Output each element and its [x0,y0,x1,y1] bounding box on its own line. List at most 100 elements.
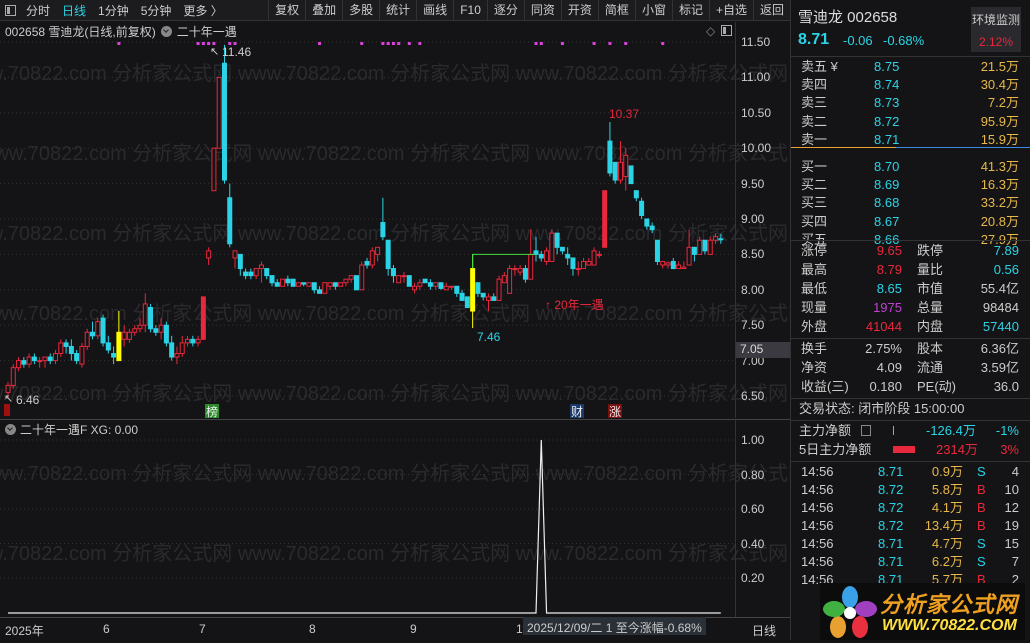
x-label: 8 [309,622,316,636]
env-monitor-button[interactable]: 环境监测 2.12% [971,7,1021,52]
x-label: 2025年 [5,624,44,638]
candle-body [79,345,85,365]
flow5-value: 2314万 [936,442,978,457]
level-label: 卖四 [801,77,828,93]
signal-marker [592,42,596,45]
candle-body [348,275,354,280]
level-price: 8.68 [874,195,900,211]
tick-volume: 4.1万 [931,500,963,515]
flow-bar [893,426,894,435]
candle-body [454,285,460,294]
candle [369,247,375,269]
stat-label: 总量 [917,300,944,315]
candle [612,161,618,184]
candle-body [31,356,37,362]
candle [95,318,101,340]
candle [522,265,528,283]
period-label[interactable]: 日线 [752,622,776,639]
arrow-icon: ↖ [210,46,219,58]
candle [660,260,666,269]
ask-row: 卖二 8.72 95.9万 [791,113,1030,131]
level-price: 8.74 [874,77,900,93]
kline-chart[interactable]: www.70822.com 分析家公式网 www.70822.com 分析家公式… [0,0,790,640]
candle [607,122,613,177]
candle [538,250,544,262]
candle-body [369,250,375,266]
indicator-tick: 0.20 [741,571,765,585]
candle [105,335,111,354]
candle-body [169,342,175,358]
candle-body [10,367,16,386]
tick-price: 8.72 [878,518,904,533]
tick-price: 8.71 [878,464,904,479]
candle [565,247,571,266]
candle-body [422,278,428,284]
candle [496,275,502,301]
candle-body [343,278,349,284]
candle-body [195,338,201,344]
candle-body [258,264,264,270]
stat-row: 最低 8.65 市值 55.4亿 [791,280,1030,298]
indicator-axis: 1.00 0.80 0.60 0.40 0.20 [735,420,790,617]
candle-body [306,282,312,287]
candle-body [602,190,608,248]
stat-value: 55.4亿 [980,281,1019,296]
candle [53,349,59,365]
price-tick: 9.50 [741,176,765,191]
stat-value: 6.36亿 [980,341,1019,356]
main-flow-row: 主力净额 -126.4万 -1% [791,422,1030,440]
signal-marker [201,42,205,45]
tick-volume: 0.9万 [931,464,963,479]
stat-label: 流通 [917,360,944,375]
trade-status-row: 交易状态: 闭市阶段 15:00:00 [791,400,1030,418]
price-tick: 11.50 [741,35,771,49]
candle [401,272,407,283]
list-icon[interactable] [861,425,871,436]
candle-body [649,225,655,231]
signal-marker [386,42,390,45]
chevron-down-icon[interactable] [5,424,16,435]
event-badge-label: 涨 [609,404,621,419]
candle-body [221,62,227,181]
candle [163,321,169,347]
watermark: www.70822.com 分析家公式网 www.70822.com 分析家公式… [0,542,790,565]
candle-body [607,140,613,174]
watermark: www.70822.com 分析家公式网 www.70822.com 分析家公式… [0,462,790,485]
candle-body [353,275,359,291]
candle [311,282,317,294]
candle-body [269,275,275,284]
tick-time: 14:56 [801,500,834,515]
candle-body [58,342,64,355]
candle [691,246,697,262]
candle [491,293,497,301]
level-label: 买四 [801,213,828,229]
stat-value: 57440 [982,319,1019,334]
candle [591,247,597,266]
level-label: 买三 [801,195,828,211]
candle [211,147,217,192]
candle [42,356,48,368]
crosshair-date: 2025/12/09/二 1 至今涨幅-0.68% [523,617,706,635]
stat-label: 收益(三) [801,379,849,394]
tick-row: 14:56 8.72 5.8万 B 10 [791,481,1030,499]
candle [554,232,560,255]
stat-label: 跌停 [917,243,944,258]
candle [353,275,359,291]
price-tick: 6.50 [741,389,765,403]
candle-body [26,356,32,365]
indicator-value: 二十年一遇F XG: 0.00 [20,423,139,437]
candle-body [485,296,491,301]
candle-body [406,275,412,287]
candle-body [63,342,69,347]
candle-body [617,161,623,181]
x-label: 7 [199,622,206,636]
watermark: www.70822.com 分析家公式网 www.70822.com 分析家公式… [0,62,790,85]
candle-body [190,338,196,344]
indicator-tick: 0.80 [741,467,765,482]
candle-body [216,76,222,149]
env-label: 环境监测 [971,13,1020,27]
signal-marker [608,42,612,45]
candle-body [253,268,259,277]
event-badge[interactable] [4,404,10,416]
watermark: www.70822.com 分析家公式网 www.70822.com 分析家公式… [0,222,790,245]
